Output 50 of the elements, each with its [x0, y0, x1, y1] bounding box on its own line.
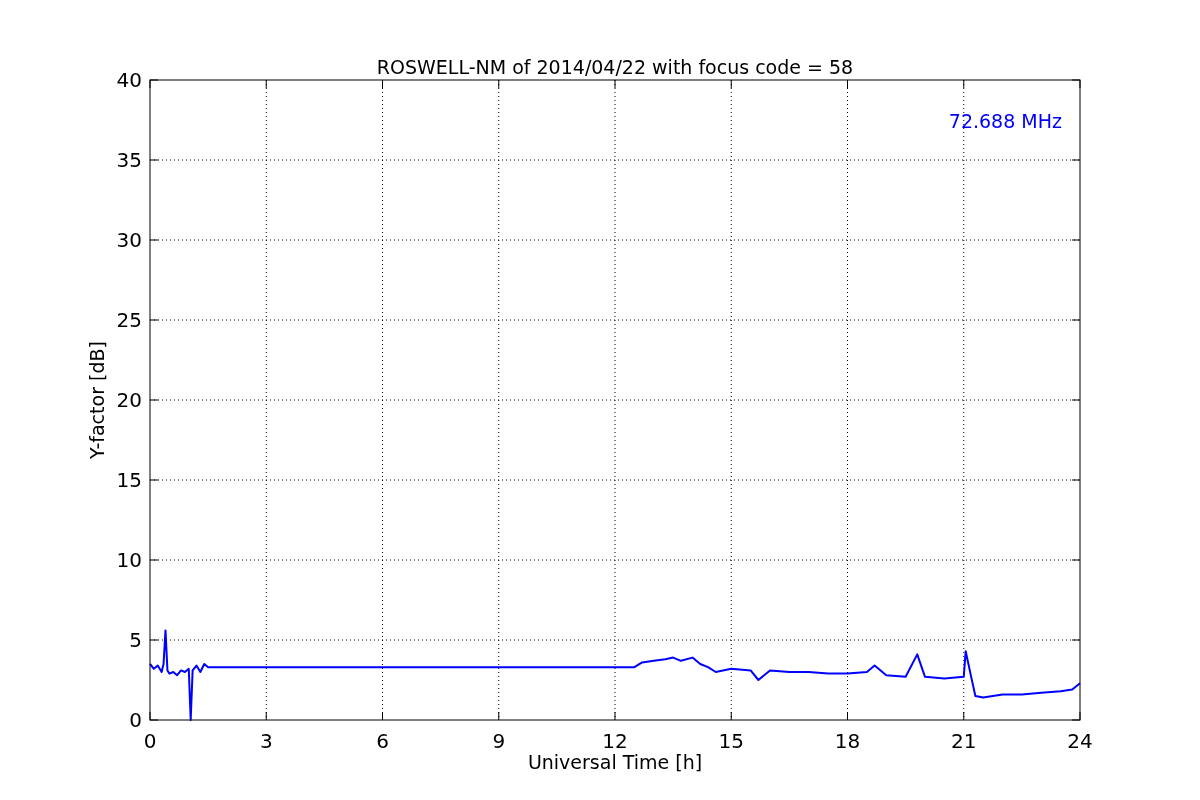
tick-mark — [1071, 239, 1081, 241]
tick-label: 0 — [143, 729, 157, 753]
tick-label: 35 — [116, 148, 142, 172]
tick-mark — [149, 479, 159, 481]
tick-mark — [149, 639, 159, 641]
tick-label: 10 — [116, 548, 142, 572]
tick-mark — [963, 711, 965, 721]
tick-mark — [1071, 559, 1081, 561]
tick-label: 25 — [116, 308, 142, 332]
tick-mark — [847, 79, 848, 89]
tick-mark — [847, 711, 848, 721]
tick-mark — [730, 79, 732, 89]
tick-mark — [1071, 399, 1081, 401]
tick-label: 21 — [951, 729, 977, 753]
tick-mark — [149, 559, 159, 561]
tick-mark — [149, 319, 159, 321]
tick-mark — [1071, 639, 1081, 641]
x-axis-label: Universal Time [h] — [527, 751, 703, 773]
tick-mark — [1071, 319, 1081, 321]
tick-mark — [1071, 159, 1081, 161]
tick-mark — [498, 711, 500, 721]
tick-mark — [614, 79, 616, 89]
tick-label: 9 — [492, 729, 506, 753]
tick-label: 30 — [116, 228, 142, 252]
y-axis-label: Y-factor [dB] — [86, 341, 108, 459]
tick-mark — [265, 79, 267, 89]
tick-label: 0 — [129, 708, 142, 732]
tick-mark — [149, 239, 159, 241]
tick-mark — [265, 711, 267, 721]
tick-mark — [730, 711, 732, 721]
tick-label: 15 — [116, 468, 142, 492]
tick-mark — [382, 79, 383, 89]
tick-mark — [614, 711, 616, 721]
tick-label: 24 — [1067, 729, 1093, 753]
tick-label: 20 — [116, 388, 142, 412]
tick-label: 12 — [602, 729, 628, 753]
tick-mark — [382, 711, 383, 721]
chart-title: ROSWELL-NM of 2014/04/22 with focus code = 58 — [376, 56, 854, 78]
tick-label: 3 — [259, 729, 273, 753]
tick-mark — [498, 79, 500, 89]
tick-label: 18 — [834, 729, 861, 753]
legend-label: 72.688 MHz — [948, 110, 1062, 132]
tick-label: 40 — [116, 68, 142, 92]
tick-mark — [1071, 479, 1081, 481]
tick-mark — [963, 79, 965, 89]
tick-mark — [149, 399, 159, 401]
tick-label: 15 — [718, 729, 744, 753]
tick-label: 5 — [129, 628, 142, 652]
tick-mark — [149, 159, 159, 161]
tick-label: 6 — [376, 729, 389, 753]
